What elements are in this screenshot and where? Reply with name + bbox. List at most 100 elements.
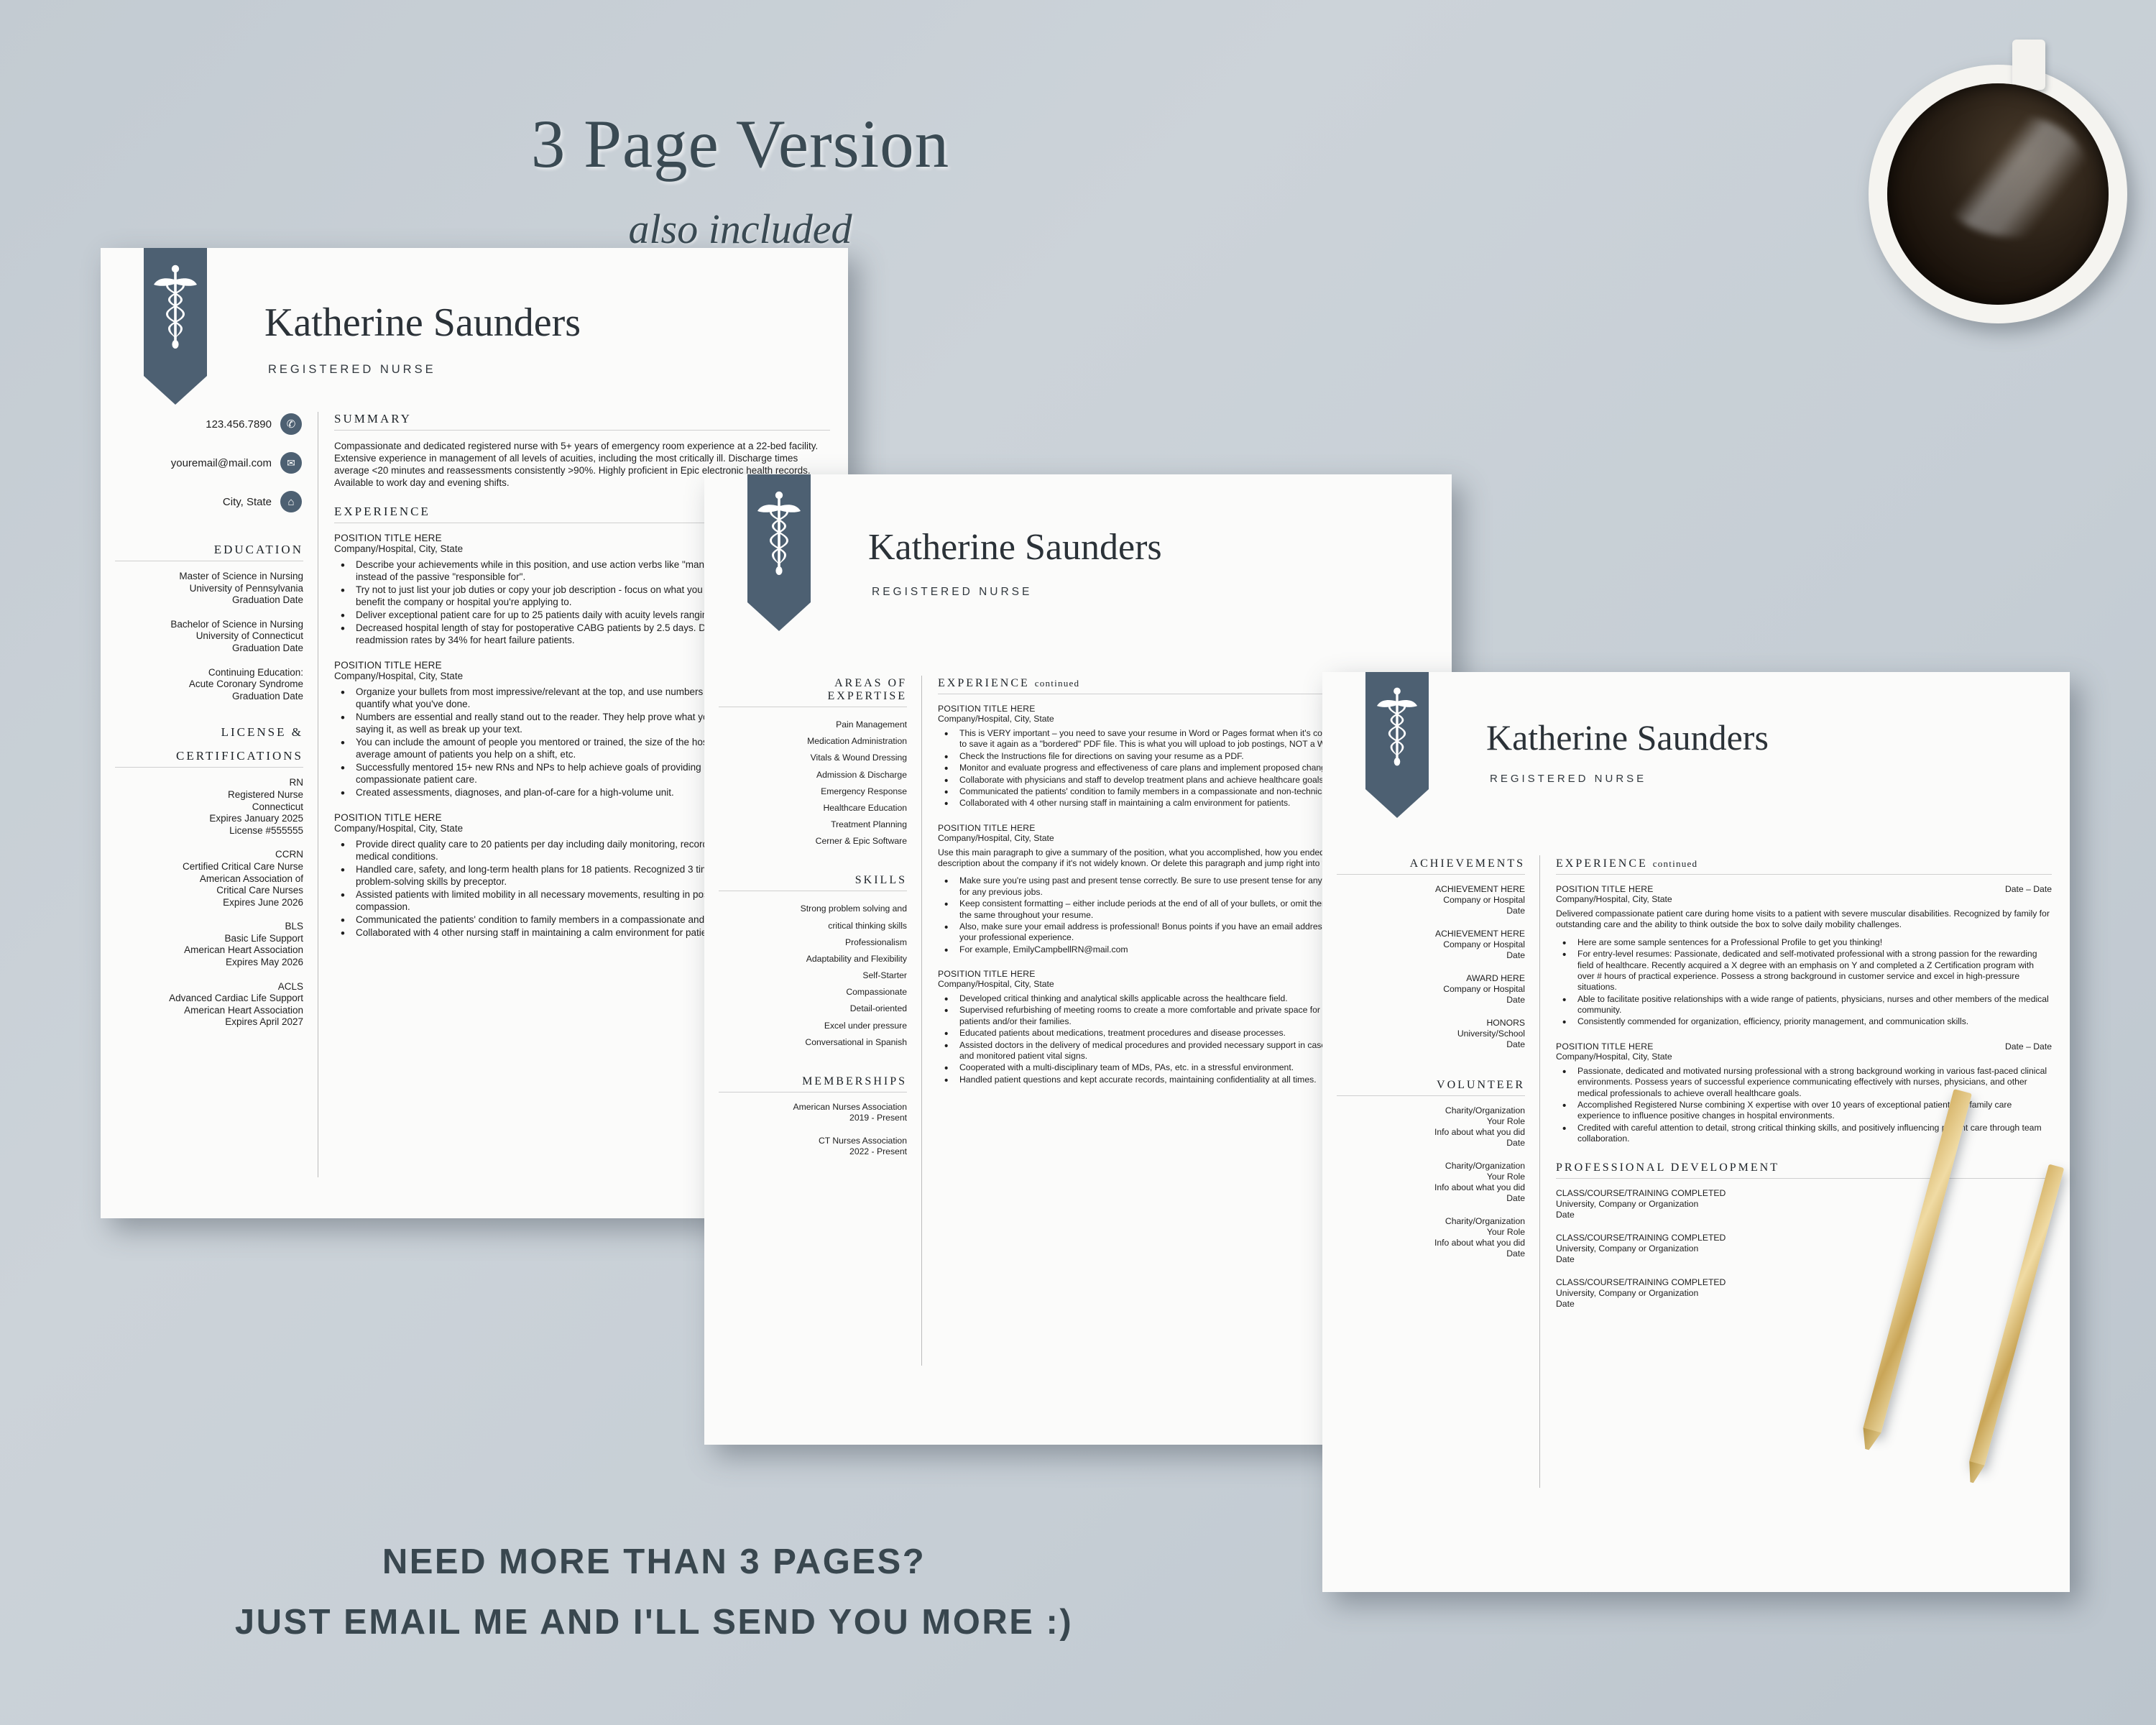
list-line: Company or Hospital xyxy=(1443,895,1525,905)
job-bullet: For entry-level resumes: Passionate, ded… xyxy=(1556,948,2052,993)
list-line: Expires January 2025 xyxy=(209,813,303,824)
list-line: AWARD HERE xyxy=(1466,973,1525,983)
job-date: Date – Date xyxy=(2004,1041,2052,1052)
list-line: American Association of xyxy=(199,873,303,884)
job-title: POSITION TITLE HERE xyxy=(1556,1041,1654,1052)
list-line: Date xyxy=(1506,1193,1525,1203)
job-entry: POSITION TITLE HERE Date – Date Company/H… xyxy=(1556,884,2052,1030)
job-date: Date – Date xyxy=(2004,884,2052,894)
list-line: Graduation Date xyxy=(231,594,303,606)
continued-label: continued xyxy=(1034,678,1080,689)
resume-role-page3: REGISTERED NURSE xyxy=(1490,773,1647,785)
list-item: CLASS/COURSE/TRAINING COMPLETED Universit… xyxy=(1556,1233,2052,1265)
experience-label: EXPERIENCE xyxy=(1556,857,1648,870)
coffee-cup xyxy=(1869,40,2149,331)
list-line: Company or Hospital xyxy=(1443,939,1525,949)
section-heading-certifications: CERTIFICATIONS xyxy=(115,749,303,768)
list-item: CLASS/COURSE/TRAINING COMPLETED Universit… xyxy=(1556,1277,2052,1310)
license-line1: LICENSE & xyxy=(221,725,303,740)
list-line: RN xyxy=(289,777,304,788)
cup-handle xyxy=(2012,40,2045,90)
list-line: Your Role xyxy=(1486,1172,1525,1182)
list-item: Conversational in Spanish xyxy=(805,1036,907,1047)
list-line: Connecticut xyxy=(252,801,303,812)
list-item: critical thinking skills xyxy=(828,920,907,931)
list-item: Strong problem solving and xyxy=(800,903,907,914)
job-bullet: Accomplished Registered Nurse combining … xyxy=(1556,1099,2052,1122)
job-bullet: Passionate, dedicated and motivated nurs… xyxy=(1556,1065,2052,1099)
list-line: Charity/Organization xyxy=(1445,1216,1525,1226)
caduceus-banner-page3 xyxy=(1365,672,1429,818)
list-line: Critical Care Nurses xyxy=(216,885,303,896)
caduceus-icon xyxy=(757,491,801,575)
resume-role-page2: REGISTERED NURSE xyxy=(872,586,1033,598)
section-heading-education: EDUCATION xyxy=(115,543,303,561)
job-subtitle: Company/Hospital, City, State xyxy=(1556,1051,1672,1062)
page3-left-column: ACHIEVEMENTS ACHIEVEMENT HERE Company or … xyxy=(1337,857,1525,1271)
section-heading-experience-continued-p3: EXPERIENCE continued xyxy=(1556,857,2052,875)
list-line: Acute Coronary Syndrome xyxy=(188,678,303,690)
list-line: Your Role xyxy=(1486,1116,1525,1126)
list-item: CLASS/COURSE/TRAINING COMPLETED Universit… xyxy=(1556,1188,2052,1220)
promo-footer: NEED MORE THAN 3 PAGES? JUST EMAIL ME AN… xyxy=(115,1542,1193,1642)
list-line: Expires June 2026 xyxy=(223,896,303,908)
section-heading-license: LICENSE & xyxy=(115,725,303,740)
list-item: Excel under pressure xyxy=(824,1020,907,1031)
job-paragraph: Delivered compassionate patient care dur… xyxy=(1556,908,2050,930)
job-bullet: Credited with careful attention to detai… xyxy=(1556,1122,2052,1145)
section-heading-professional-development: PROFESSIONAL DEVELOPMENT xyxy=(1556,1162,2052,1179)
caduceus-icon xyxy=(154,264,197,349)
list-item: Detail-oriented xyxy=(849,1003,907,1014)
promo-footer-line2: JUST EMAIL ME AND I'LL SEND YOU MORE :) xyxy=(234,1603,1074,1642)
job-bullet: Consistently commended for organization,… xyxy=(1556,1016,2052,1030)
list-line: CLASS/COURSE/TRAINING COMPLETED xyxy=(1556,1233,1726,1243)
list-line: ACHIEVEMENT HERE xyxy=(1434,929,1525,939)
list-item: CCRN Certified Critical Care Nurse America… xyxy=(115,849,303,908)
job-entry: POSITION TITLE HERE Date – Date Company/H… xyxy=(1556,1041,2052,1145)
list-item: Compassionate xyxy=(846,987,907,998)
list-line: American Nurses Association xyxy=(793,1101,907,1112)
caduceus-icon xyxy=(1376,687,1418,766)
list-item: Self-Starter xyxy=(862,970,907,981)
section-heading-areas-line1: AREAS OF xyxy=(834,677,907,689)
section-heading-skills: SKILLS xyxy=(719,874,907,892)
job-subtitle: Company/Hospital, City, State xyxy=(1556,894,1672,904)
list-line: CCRN xyxy=(275,849,303,860)
list-line: Your Role xyxy=(1486,1227,1525,1237)
job-bullet: Able to facilitate positive relationship… xyxy=(1556,993,2052,1016)
location-value: City, State xyxy=(222,495,272,508)
list-item: Bachelor of Science in Nursing University… xyxy=(115,619,303,655)
list-item: ACLS Advanced Cardiac Life Support America… xyxy=(115,981,303,1029)
list-line: Certified Critical Care Nurse xyxy=(182,860,303,872)
list-line: Registered Nurse xyxy=(227,788,303,800)
section-heading-memberships: MEMBERSHIPS xyxy=(719,1075,907,1092)
envelope-icon: ✉ xyxy=(280,452,302,474)
list-line: Date xyxy=(1506,1138,1525,1148)
list-item: Charity/Organization Your Role Info about … xyxy=(1337,1105,1525,1149)
list-line: ACLS xyxy=(277,980,303,992)
page1-left-column: EDUCATION Master of Science in Nursing Un… xyxy=(115,543,303,1041)
list-item: Emergency Response xyxy=(821,786,907,796)
list-line: CT Nurses Association xyxy=(818,1135,907,1146)
email-value: youremail@mail.com xyxy=(170,456,272,469)
list-item: Adaptability and Flexibility xyxy=(806,953,907,964)
caduceus-banner-page2 xyxy=(747,474,811,631)
list-line: License #555555 xyxy=(229,824,303,836)
list-line: ACHIEVEMENT HERE xyxy=(1434,884,1525,894)
list-line: University, Company or Organization xyxy=(1556,1288,1699,1299)
list-line: Charity/Organization xyxy=(1445,1105,1525,1116)
section-heading-summary: SUMMARY xyxy=(334,412,830,431)
list-line: Info about what you did xyxy=(1434,1182,1525,1192)
list-line: Date xyxy=(1506,1039,1525,1049)
resume-name-page2: Katherine Saunders xyxy=(868,527,1162,568)
list-line: Info about what you did xyxy=(1434,1127,1525,1137)
list-item: RN Registered Nurse Connecticut Expires Jan… xyxy=(115,777,303,837)
continued-label: continued xyxy=(1652,858,1698,869)
list-item: Treatment Planning xyxy=(831,819,907,830)
list-item: AWARD HERE Company or Hospital Date xyxy=(1337,973,1525,1006)
list-item: Master of Science in Nursing University o… xyxy=(115,571,303,607)
list-line: 2019 - Present xyxy=(849,1112,907,1123)
list-line: Date xyxy=(1506,950,1525,960)
list-item: ACHIEVEMENT HERE Company or Hospital Date xyxy=(1337,884,1525,916)
list-line: Date xyxy=(1506,995,1525,1005)
